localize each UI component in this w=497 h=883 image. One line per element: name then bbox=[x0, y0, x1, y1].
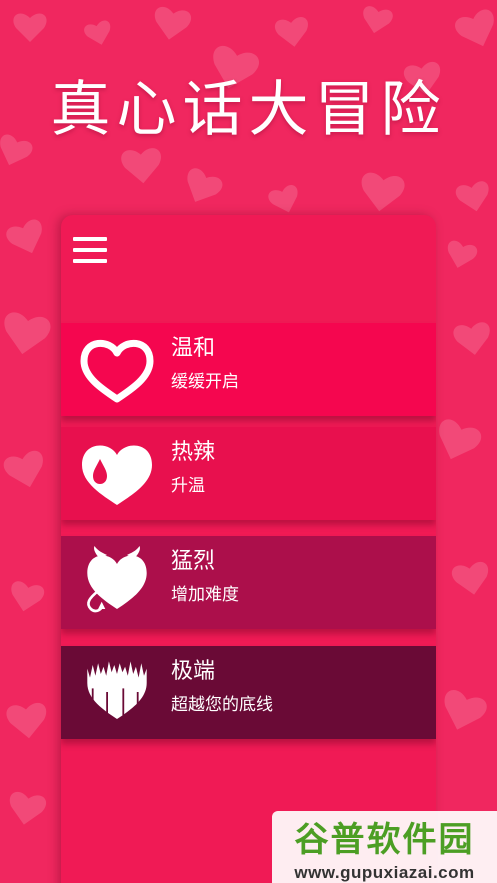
level-item-extreme[interactable]: 极端 超越您的底线 bbox=[61, 646, 436, 739]
level-name: 热辣 bbox=[171, 440, 216, 465]
hamburger-line bbox=[73, 259, 107, 263]
level-name: 猛烈 bbox=[171, 549, 216, 574]
level-name: 极端 bbox=[171, 659, 216, 684]
heart-outline-icon bbox=[80, 340, 154, 403]
level-name: 温和 bbox=[171, 336, 216, 361]
page-title: 真心话大冒险 bbox=[50, 75, 447, 145]
watermark-url: www.gupuxiazai.com bbox=[294, 863, 475, 882]
heart-drop-icon bbox=[82, 445, 152, 505]
level-description: 升温 bbox=[171, 476, 205, 496]
level-item-spicy[interactable]: 热辣 升温 bbox=[61, 427, 436, 520]
panel-header bbox=[61, 215, 436, 285]
hamburger-line bbox=[73, 248, 107, 252]
menu-button[interactable] bbox=[71, 235, 109, 265]
hamburger-line bbox=[73, 237, 107, 241]
watermark-name: 谷普软件园 bbox=[294, 820, 475, 860]
site-watermark: 谷普软件园 www.gupuxiazai.com bbox=[272, 805, 497, 883]
jagged-heart-icon bbox=[87, 661, 147, 719]
level-item-fierce[interactable]: 猛烈 增加难度 bbox=[61, 536, 436, 629]
level-item-mild[interactable]: 温和 缓缓开启 bbox=[61, 323, 436, 416]
level-panel: 温和 缓缓开启 热辣 升温 猛烈 增加难度 极端 超越您的底线 bbox=[61, 215, 436, 883]
watermark-badge: 谷普软件园 www.gupuxiazai.com bbox=[272, 811, 497, 883]
level-description: 缓缓开启 bbox=[171, 372, 239, 392]
level-description: 超越您的底线 bbox=[171, 695, 273, 715]
devil-heart-icon bbox=[87, 546, 147, 613]
level-description: 增加难度 bbox=[171, 585, 239, 605]
